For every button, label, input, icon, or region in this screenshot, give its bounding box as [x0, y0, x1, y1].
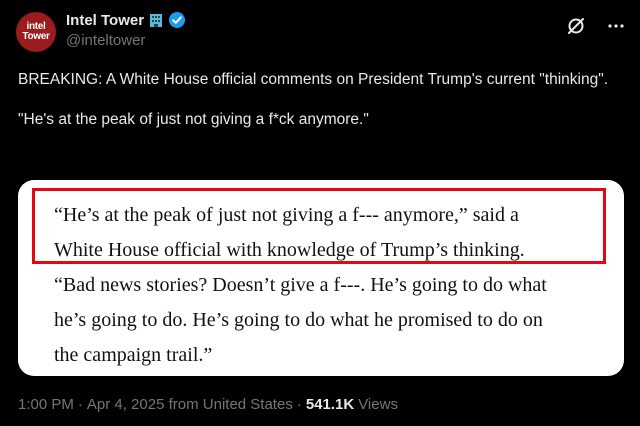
article-line-5: the campaign trail.” — [54, 344, 213, 366]
office-building-icon — [147, 11, 165, 29]
article-line-4: he’s going to do. He’s going to do what … — [54, 309, 543, 331]
article-line-3: “Bad news stories? Doesn’t give a f---. … — [54, 274, 547, 296]
meta-separator: · — [77, 396, 83, 413]
post-meta: 1:00 PM · Apr 4, 2025 from United States… — [18, 396, 398, 413]
top-actions — [566, 16, 626, 36]
post-paragraph-1: BREAKING: A White House official comment… — [18, 71, 609, 88]
author-display-name[interactable]: Intel Tower — [66, 12, 144, 29]
author-handle[interactable]: @inteltower — [66, 32, 186, 49]
post-time[interactable]: 1:00 PM — [18, 396, 74, 413]
avatar-text-line2: Tower — [22, 31, 50, 42]
article-screenshot-image[interactable]: “He’s at the peak of just not giving a f… — [18, 180, 624, 376]
author-avatar[interactable]: intel Tower — [16, 12, 56, 52]
grok-icon[interactable] — [566, 16, 586, 36]
post-date[interactable]: Apr 4, 2025 from United States — [87, 396, 293, 413]
views-label: Views — [358, 396, 398, 413]
meta-separator: · — [296, 396, 302, 413]
more-icon[interactable] — [606, 16, 626, 36]
article-text: “He’s at the peak of just not giving a f… — [54, 198, 614, 373]
article-line-2: White House official with knowledge of T… — [54, 239, 525, 261]
article-line-1: “He’s at the peak of just not giving a f… — [54, 204, 519, 226]
post-paragraph-2: "He's at the peak of just not giving a f… — [18, 111, 369, 128]
verified-badge-icon[interactable] — [168, 11, 186, 29]
post-text: BREAKING: A White House official comment… — [18, 70, 622, 130]
views-count: 541.1K — [305, 396, 355, 413]
name-row: Intel Tower — [66, 10, 186, 30]
author-block: Intel Tower @inteltower — [66, 10, 186, 49]
